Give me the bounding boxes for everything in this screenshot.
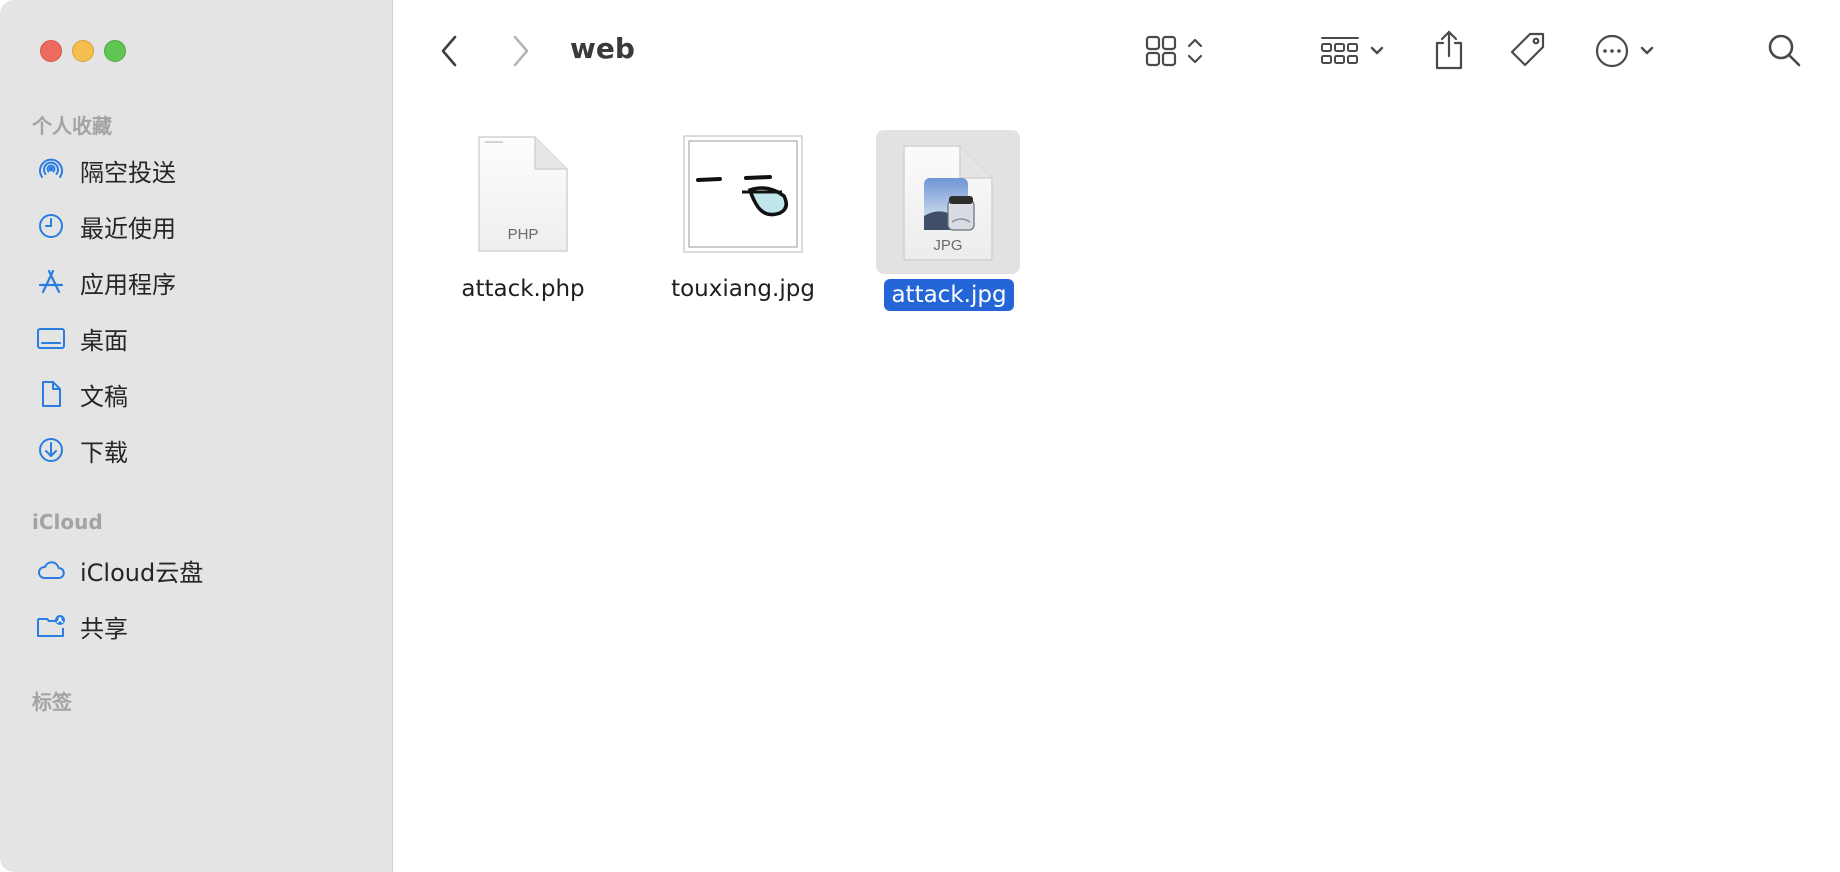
file-item[interactable]: PHP attack.php	[428, 130, 618, 302]
sidebar-item-shared[interactable]: 共享	[36, 606, 128, 646]
sidebar-item-icloud-drive[interactable]: iCloud云盘	[36, 550, 203, 590]
file-name: touxiang.jpg	[671, 276, 815, 302]
share-button[interactable]	[1432, 28, 1466, 72]
file-name: attack.php	[461, 276, 585, 302]
view-mode-button[interactable]	[1144, 32, 1214, 70]
document-icon	[36, 379, 66, 409]
window-title: web	[570, 32, 635, 65]
forward-button[interactable]	[506, 32, 536, 70]
icloud-section-title: iCloud	[32, 510, 103, 534]
applications-icon	[36, 267, 66, 297]
favorites-section-title: 个人收藏	[32, 114, 112, 138]
clock-icon	[36, 211, 66, 241]
tags-section-title: 标签	[32, 690, 72, 714]
sidebar-item-label: 共享	[80, 614, 128, 643]
sidebar-item-label: 应用程序	[80, 270, 176, 299]
back-chevron-icon	[439, 34, 459, 68]
grid-view-icon	[1144, 33, 1214, 69]
desktop-icon	[36, 323, 66, 353]
forward-chevron-icon	[511, 34, 531, 68]
cloud-icon	[36, 555, 66, 585]
sidebar: 个人收藏 隔空投送 最近使用 应用程序 桌面 文稿 下载 iCloud iClo…	[0, 0, 393, 872]
sidebar-item-recents[interactable]: 最近使用	[36, 206, 176, 246]
zoom-window-button[interactable]	[104, 40, 126, 62]
jpg-file-icon: JPG	[896, 138, 1000, 268]
sidebar-item-documents[interactable]: 文稿	[36, 374, 128, 414]
finder-window: 个人收藏 隔空投送 最近使用 应用程序 桌面 文稿 下载 iCloud iClo…	[0, 0, 1840, 872]
php-file-icon: PHP	[468, 130, 578, 260]
sidebar-item-label: 隔空投送	[80, 158, 176, 187]
sidebar-item-label: 文稿	[80, 382, 128, 411]
sidebar-item-airdrop[interactable]: 隔空投送	[36, 150, 176, 190]
window-controls	[40, 40, 126, 62]
file-type-label: PHP	[508, 226, 539, 243]
sidebar-item-label: 下载	[80, 438, 128, 467]
share-icon	[1432, 29, 1466, 71]
tag-button[interactable]	[1508, 30, 1548, 70]
download-icon	[36, 435, 66, 465]
sidebar-item-label: iCloud云盘	[80, 558, 204, 587]
group-icon	[1320, 33, 1392, 69]
image-thumbnail	[678, 128, 808, 260]
file-item[interactable]: touxiang.jpg	[648, 128, 838, 302]
file-name: attack.jpg	[884, 279, 1014, 311]
file-grid: PHP attack.php touxiang.jpg JPG attack.j…	[394, 100, 1840, 872]
more-actions-button[interactable]	[1594, 32, 1666, 70]
minimize-window-button[interactable]	[72, 40, 94, 62]
group-button[interactable]	[1320, 32, 1392, 70]
close-window-button[interactable]	[40, 40, 62, 62]
airdrop-icon	[36, 155, 66, 185]
back-button[interactable]	[434, 32, 464, 70]
sidebar-item-desktop[interactable]: 桌面	[36, 318, 128, 358]
more-icon	[1594, 33, 1666, 69]
tag-icon	[1508, 30, 1548, 70]
sidebar-item-downloads[interactable]: 下载	[36, 430, 128, 470]
shared-folder-icon	[36, 611, 66, 641]
file-item-selected[interactable]: JPG attack.jpg	[854, 130, 1044, 311]
search-icon	[1766, 32, 1802, 68]
sidebar-item-applications[interactable]: 应用程序	[36, 262, 176, 302]
search-button[interactable]	[1764, 30, 1804, 70]
file-name-highlighted: attack.jpg	[852, 279, 1046, 311]
sidebar-item-label: 最近使用	[80, 214, 176, 243]
file-type-label: JPG	[933, 237, 962, 254]
sidebar-item-label: 桌面	[80, 326, 128, 355]
